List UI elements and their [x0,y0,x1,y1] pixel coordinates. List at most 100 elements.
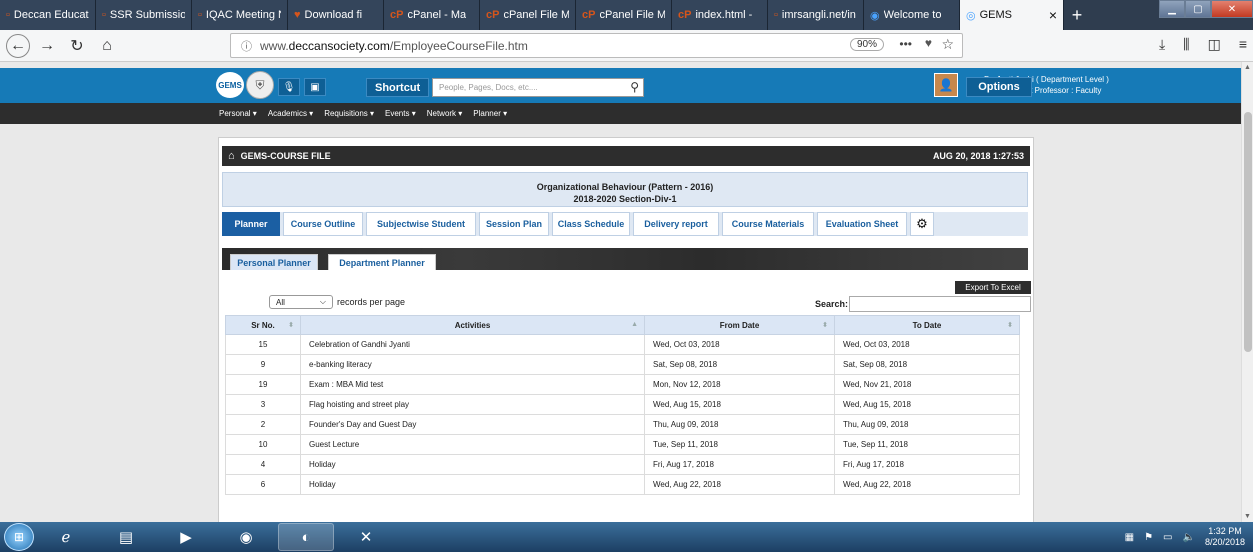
menu-icon[interactable]: ≡ [1239,36,1247,53]
start-button[interactable]: ⊞ [4,523,34,551]
menu-item[interactable]: Events ▾ [385,109,416,118]
browser-tab[interactable]: ◎ GEMS × [960,0,1064,30]
library-icon[interactable]: ⫼ [1183,36,1189,53]
course-tab[interactable]: Planner [222,212,280,236]
downloads-icon[interactable]: ⤓ [1159,36,1165,53]
browser-tab[interactable]: ♥ Download fi [288,0,384,30]
options-button[interactable]: Options [966,77,1032,97]
tab-department-planner[interactable]: Department Planner [328,254,436,270]
close-tab-icon[interactable]: × [1049,7,1057,23]
media-player-icon[interactable]: ▶ [158,523,214,551]
course-tab[interactable]: Evaluation Sheet [817,212,907,236]
menu-item[interactable]: Planner ▾ [473,109,507,118]
cpanel-icon: cP [390,9,404,21]
back-arrow-icon[interactable]: ← [6,33,30,58]
url-domain: deccansociety.com [288,38,390,53]
internet-explorer-icon[interactable]: ℯ [38,523,94,551]
people-search-input[interactable]: People, Pages, Docs, etc.... ⚲ [432,78,644,97]
table-cell-sr: 10 [225,434,301,455]
firefox-icon[interactable]: ◐ [278,523,334,551]
page-scrollbar[interactable]: ▲ ▼ [1241,62,1253,522]
tray-network-icon[interactable]: ▭ [1163,532,1172,543]
avatar[interactable]: 👤 [934,73,958,97]
chrome-icon[interactable]: ◉ [218,523,274,551]
zoom-indicator[interactable]: 90% [849,38,884,51]
scrollbar-thumb[interactable] [1244,112,1252,352]
table-row[interactable]: 3 Flag hoisting and street play Wed, Aug 1… [225,394,1020,415]
new-tab-button[interactable]: + [1064,0,1090,30]
table-row[interactable]: 15 Celebration of Gandhi Jyanti Wed, Oct 0… [225,334,1020,355]
maximize-button[interactable]: ▢ [1185,0,1211,18]
browser-tab[interactable]: cP cPanel - Ma [384,0,480,30]
course-tab[interactable]: Class Schedule [552,212,630,236]
table-row[interactable]: 19 Exam : MBA Mid test Mon, Nov 12, 2018 We… [225,374,1020,395]
forward-arrow-icon[interactable]: → [34,33,60,59]
course-tab[interactable]: Subjectwise Student [366,212,476,236]
calendar-icon[interactable]: ▣ [304,78,326,96]
column-header-to-date[interactable]: To Date ⬍ [834,315,1020,335]
home-icon[interactable]: ⌂ [94,33,120,59]
address-bar[interactable]: ⓘ www. deccansociety.com/EmployeeCourseFi… [230,33,963,58]
page-actions-icon[interactable]: ••• [899,37,912,51]
course-tab[interactable]: Session Plan [479,212,549,236]
column-header-activities[interactable]: Activities ▲ [300,315,645,335]
menu-item[interactable]: Network ▾ [427,109,463,118]
site-header: GEMS ⛨ 🎙 ▣ Shortcut People, Pages, Docs,… [0,68,1241,103]
table-row[interactable]: 4 Holiday Fri, Aug 17, 2018 Fri, Aug 17, 20… [225,454,1020,475]
browser-tab[interactable]: ▫ SSR Submission [96,0,192,30]
browser-toolbar: ← → ↻ ⌂ ⓘ www. deccansociety.com/Employee… [0,30,1253,62]
menu-item[interactable]: Personal ▾ [219,109,257,118]
clock[interactable]: 1:32 PM 8/20/2018 [1205,526,1245,548]
table-row[interactable]: 9 e-banking literacy Sat, Sep 08, 2018 Sat,… [225,354,1020,375]
table-row[interactable]: 2 Founder's Day and Guest Day Thu, Aug 09,… [225,414,1020,435]
menu-item[interactable]: Requisitions ▾ [324,109,374,118]
browser-tab[interactable]: ▫ Deccan Educatio [0,0,96,30]
menu-item[interactable]: Academics ▾ [268,109,313,118]
table-search-input[interactable] [849,296,1031,312]
course-tab[interactable]: Course Materials [722,212,814,236]
browser-tab[interactable]: ◉ Welcome to [864,0,960,30]
records-per-page-label: records per page [337,297,406,307]
scroll-down-icon[interactable]: ▼ [1244,513,1251,520]
column-header-from-date[interactable]: From Date ⬍ [644,315,835,335]
column-header-sr-no[interactable]: Sr No. ⬍ [225,315,301,335]
tray-app-icon[interactable]: ▦ [1125,532,1134,543]
tray-flag-icon[interactable]: ⚑ [1144,532,1153,543]
web-page: GEMS ⛨ 🎙 ▣ Shortcut People, Pages, Docs,… [0,62,1241,522]
gear-icon[interactable]: ⚙ [910,212,934,236]
course-tab[interactable]: Delivery report [633,212,719,236]
table-row[interactable]: 10 Guest Lecture Tue, Sep 11, 2018 Tue, Sep… [225,434,1020,455]
home-icon[interactable]: ⌂ [228,150,235,162]
file-explorer-icon[interactable]: ▤ [98,523,154,551]
tab-personal-planner[interactable]: Personal Planner [230,254,318,270]
export-to-excel-button[interactable]: Export To Excel [955,281,1031,294]
gems-logo[interactable]: GEMS [216,72,244,98]
table-row[interactable]: 6 Holiday Wed, Aug 22, 2018 Wed, Aug 22, 20… [225,474,1020,495]
close-window-button[interactable]: ✕ [1211,0,1253,18]
browser-tab[interactable]: cP index.html - [672,0,768,30]
globe-icon: ◉ [870,9,880,22]
excel-icon[interactable]: ✕ [338,523,394,551]
table-cell-activity: Flag hoisting and street play [300,394,645,415]
browser-tab[interactable]: ▫ imrsangli.net/in [768,0,864,30]
sidebar-icon[interactable]: ◫ [1208,36,1221,53]
browser-tab[interactable]: cP cPanel File M [576,0,672,30]
pocket-icon[interactable]: ♥ [925,36,932,50]
info-icon[interactable]: ⓘ [241,38,252,54]
bookmark-star-icon[interactable]: ☆ [941,36,954,53]
minimize-button[interactable]: ▁ [1159,0,1185,18]
shortcut-button[interactable]: Shortcut [366,78,430,97]
course-tab[interactable]: Course Outline [283,212,363,236]
browser-tab[interactable]: ▫ IQAC Meeting N [192,0,288,30]
toolbar-right-icons: ⤓ ⫼ ◫ ≡ [1159,36,1247,53]
scroll-up-icon[interactable]: ▲ [1244,64,1251,71]
volume-icon[interactable]: 🔈 [1183,532,1195,543]
browser-tab[interactable]: cP cPanel File M [480,0,576,30]
search-icon[interactable]: ⚲ [630,80,639,94]
records-per-page-select[interactable]: All ⌵ [269,295,333,309]
reload-icon[interactable]: ↻ [64,33,90,59]
browser-tab-label: index.html - [695,9,753,21]
sort-icon: ⬍ [288,322,294,329]
microphone-icon[interactable]: 🎙 [278,78,300,96]
course-tabs: Planner Course Outline Subjectwise Student… [222,212,1028,236]
